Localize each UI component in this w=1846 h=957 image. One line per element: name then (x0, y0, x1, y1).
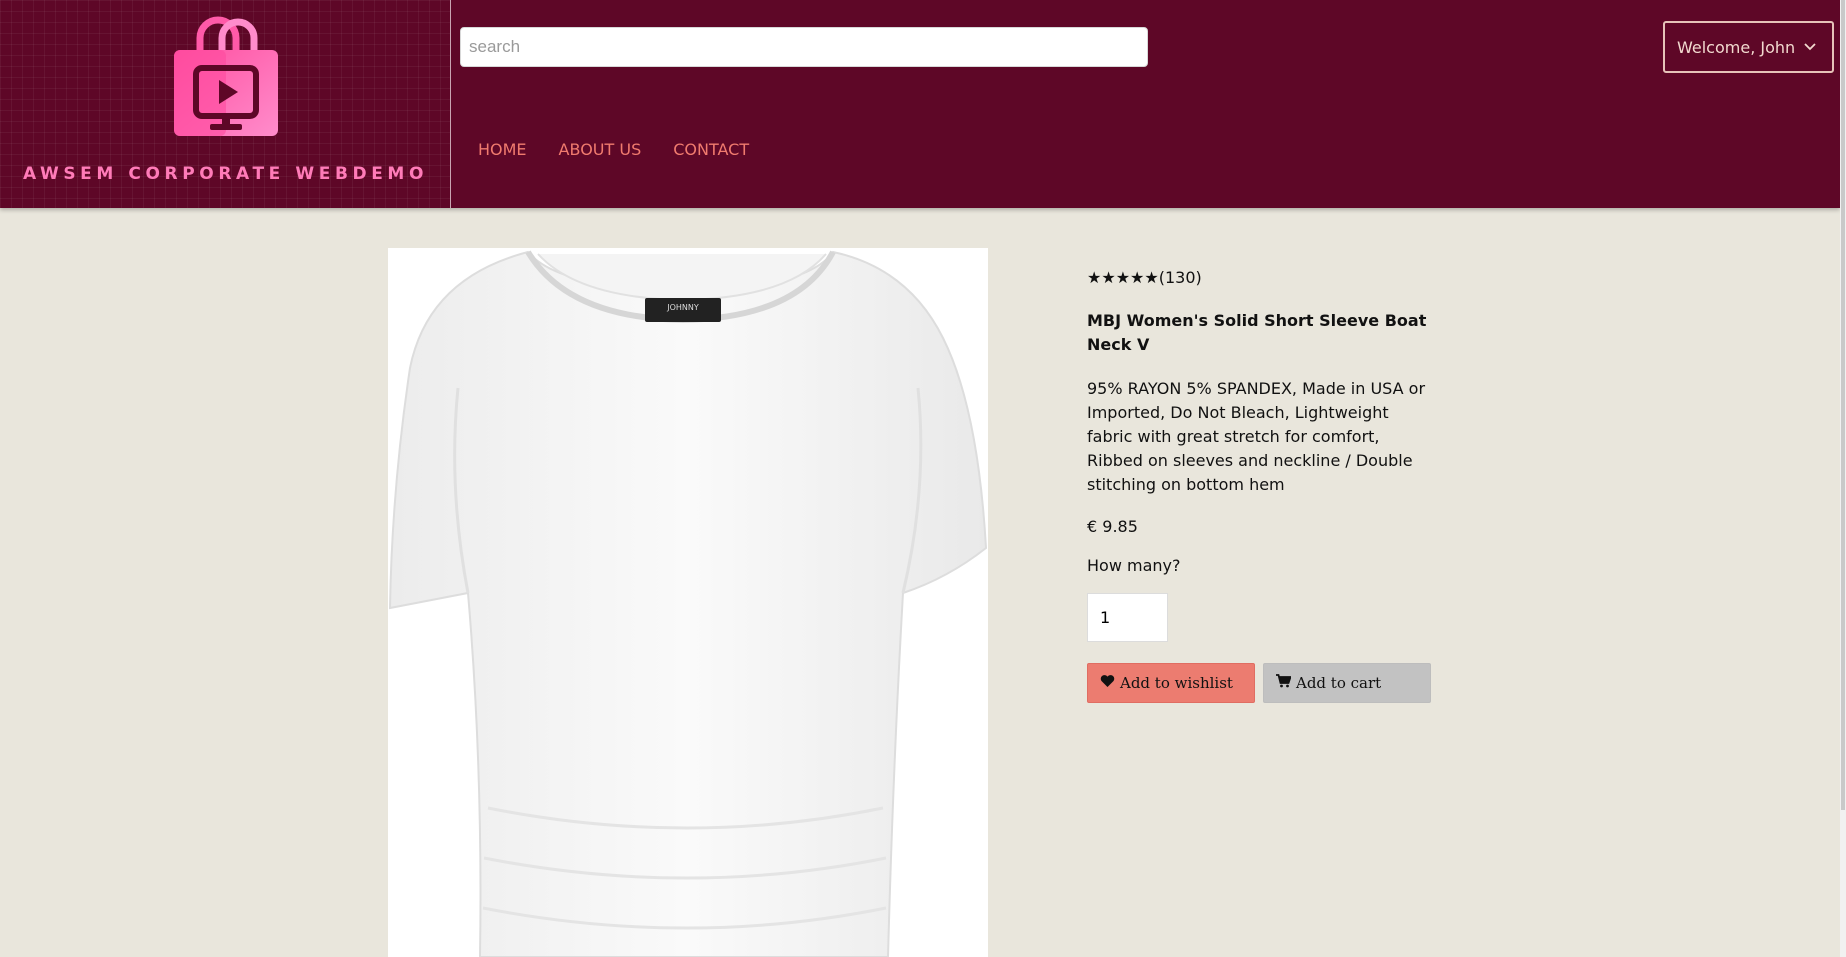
quantity-input[interactable] (1087, 593, 1168, 642)
cart-label: Add to cart (1296, 674, 1382, 692)
user-menu-dropdown[interactable]: Welcome, John (1663, 21, 1834, 73)
wishlist-label: Add to wishlist (1120, 674, 1233, 692)
nav-home-link[interactable]: HOME (478, 140, 527, 159)
product-description: 95% RAYON 5% SPANDEX, Made in USA or Imp… (1087, 379, 1426, 494)
review-count[interactable]: (130) (1159, 268, 1202, 287)
rating: ★★★★★(130) (1087, 268, 1437, 287)
tshirt-illustration: JOHNNY (388, 250, 988, 957)
welcome-label: Welcome, John (1677, 37, 1796, 57)
chevron-down-icon (1804, 40, 1816, 54)
main-nav: HOME ABOUT US CONTACT (478, 140, 781, 159)
product-image: JOHNNY (388, 248, 988, 957)
nav-about-link[interactable]: ABOUT US (559, 140, 642, 159)
shopping-bag-monitor-logo-icon (174, 16, 278, 136)
product-info: ★★★★★(130) MBJ Women's Solid Short Sleev… (1087, 268, 1437, 703)
garment-label-text: JOHNNY (666, 303, 699, 312)
shopping-cart-icon (1276, 674, 1292, 692)
heart-icon (1100, 674, 1115, 692)
product-price: € 9.85 (1087, 517, 1138, 536)
search-input[interactable] (460, 27, 1148, 67)
add-to-wishlist-button[interactable]: Add to wishlist (1087, 663, 1255, 703)
brand-name: AWSEM CORPORATE WEBDEMO (22, 164, 429, 184)
add-to-cart-button[interactable]: Add to cart (1263, 663, 1431, 703)
star-rating-icon: ★★★★★ (1087, 268, 1159, 287)
site-header: AWSEM CORPORATE WEBDEMO HOME ABOUT US CO… (0, 0, 1840, 208)
quantity-label: How many? (1087, 556, 1181, 575)
scrollbar-thumb[interactable] (1841, 0, 1845, 810)
product-title: MBJ Women's Solid Short Sleeve Boat Neck… (1087, 311, 1427, 354)
logo-panel[interactable]: AWSEM CORPORATE WEBDEMO (0, 0, 451, 208)
action-buttons: Add to wishlist Add to cart (1087, 663, 1437, 703)
nav-contact-link[interactable]: CONTACT (673, 140, 749, 159)
